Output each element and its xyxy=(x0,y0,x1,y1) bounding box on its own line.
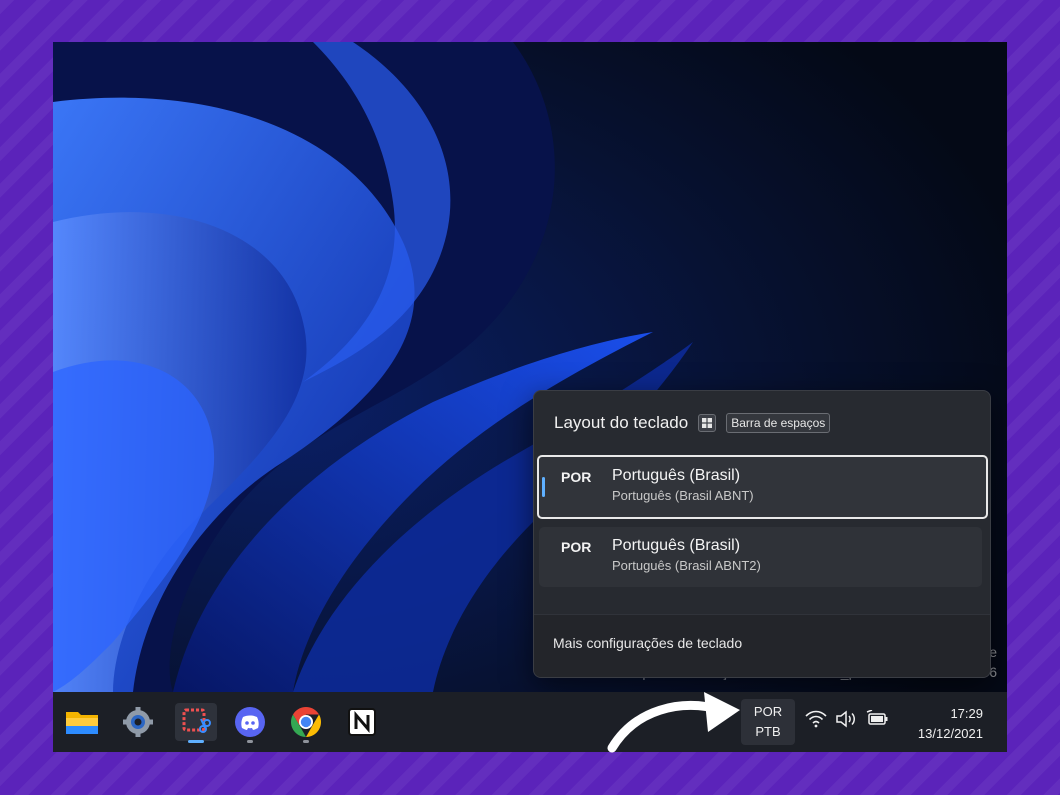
layout-name: Português (Brasil) xyxy=(612,467,741,484)
flyout-header: Layout do teclado Barra de espaços xyxy=(554,411,831,435)
layout-code: POR xyxy=(561,539,592,555)
system-clock[interactable]: 17:29 13/12/2021 xyxy=(903,704,983,744)
clock-date: 13/12/2021 xyxy=(917,726,983,741)
layout-subtitle: Português (Brasil ABNT) xyxy=(612,488,754,503)
snipping-tool-icon[interactable] xyxy=(175,703,217,743)
windows-key-icon xyxy=(698,414,717,432)
running-indicator xyxy=(247,740,253,743)
layout-subtitle: Português (Brasil ABNT2) xyxy=(612,558,761,573)
flyout-title: Layout do teclado xyxy=(554,413,689,432)
keyboard-layout-flyout: Layout do teclado Barra de espaços POR P… xyxy=(533,390,991,678)
wifi-icon[interactable] xyxy=(805,710,827,728)
running-indicator xyxy=(303,740,309,743)
volume-icon[interactable] xyxy=(835,710,857,728)
more-keyboard-settings-link[interactable]: Mais configurações de teclado xyxy=(553,635,742,651)
layout-item-abnt2[interactable]: POR Português (Brasil) Português (Brasil… xyxy=(539,527,982,587)
flyout-footer: Mais configurações de teclado xyxy=(534,614,990,677)
shortcut-badge: Barra de espaços xyxy=(726,413,831,433)
layout-name: Português (Brasil) xyxy=(612,537,741,554)
battery-icon[interactable] xyxy=(866,710,890,728)
notion-icon[interactable] xyxy=(343,703,381,741)
discord-icon[interactable] xyxy=(231,703,269,743)
annotation-arrow-icon xyxy=(607,692,740,753)
settings-icon[interactable] xyxy=(119,703,157,741)
file-explorer-icon[interactable] xyxy=(63,703,101,741)
chrome-icon[interactable] xyxy=(287,703,325,743)
desktop-screen: ge Cópia de avaliação. Build 22509.rs_pr… xyxy=(53,42,1007,752)
selection-indicator xyxy=(542,477,545,497)
taskbar: POR PTB 17:29 13/12/2021 xyxy=(53,692,1007,752)
layout-code: POR xyxy=(561,469,592,485)
running-indicator xyxy=(188,740,204,743)
layout-item-abnt[interactable]: POR Português (Brasil) Português (Brasil… xyxy=(537,455,988,519)
clock-time: 17:29 xyxy=(950,706,983,721)
